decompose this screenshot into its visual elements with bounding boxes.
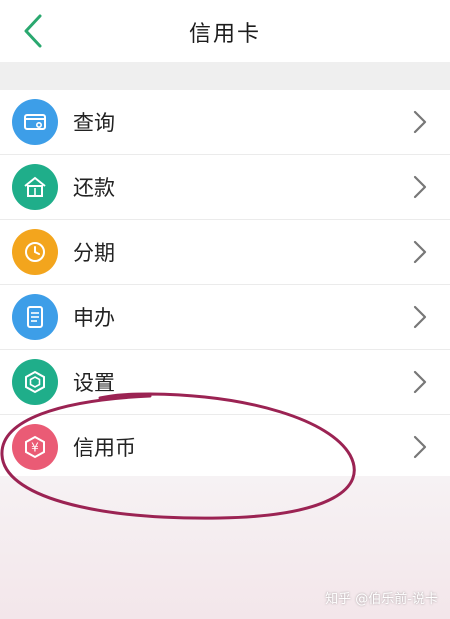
svg-text:¥: ¥ [31, 441, 39, 455]
section-divider [0, 62, 450, 90]
hexagon-icon [12, 359, 58, 405]
clock-icon [12, 229, 58, 275]
card-search-icon [12, 99, 58, 145]
menu-item-label: 信用币 [73, 436, 136, 460]
home-icon [12, 164, 58, 210]
chevron-right-icon [413, 305, 427, 329]
watermark: 知乎 @伯乐前-说卡 [325, 592, 438, 607]
chevron-right-icon [413, 435, 427, 459]
page-title: 信用卡 [188, 22, 261, 47]
coin-icon: ¥ [12, 424, 58, 470]
menu-item-credit-coin[interactable]: ¥ 信用币 [0, 415, 450, 479]
top-bar: 信用卡 [0, 0, 450, 62]
menu-list: 查询 还款 分期 申办 设置 ¥ 信用币 [0, 90, 450, 479]
menu-item-installment[interactable]: 分期 [0, 220, 450, 285]
chevron-right-icon [413, 370, 427, 394]
menu-item-repayment[interactable]: 还款 [0, 155, 450, 220]
menu-item-settings[interactable]: 设置 [0, 350, 450, 415]
chevron-right-icon [413, 175, 427, 199]
chevron-right-icon [413, 110, 427, 134]
chevron-right-icon [413, 240, 427, 264]
menu-item-label: 分期 [73, 241, 115, 265]
menu-item-label: 查询 [73, 111, 115, 135]
document-icon [12, 294, 58, 340]
menu-item-label: 还款 [73, 176, 115, 200]
menu-item-label: 申办 [73, 306, 115, 330]
menu-item-apply[interactable]: 申办 [0, 285, 450, 350]
menu-item-query[interactable]: 查询 [0, 90, 450, 155]
menu-item-label: 设置 [73, 371, 115, 395]
empty-area: 知乎 @伯乐前-说卡 [0, 476, 450, 619]
